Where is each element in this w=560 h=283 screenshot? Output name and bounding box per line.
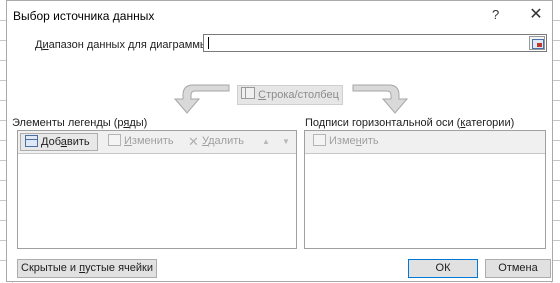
- collapse-dialog-button[interactable]: [529, 36, 545, 50]
- range-select-icon: [532, 39, 544, 49]
- switch-row-column-icon: [241, 87, 256, 99]
- swap-arrow-right-icon: [352, 84, 409, 114]
- move-down-button[interactable]: ▼: [276, 133, 296, 151]
- add-series-button[interactable]: Добавить: [20, 133, 98, 151]
- delete-series-button[interactable]: ✕ Удалить: [184, 133, 258, 151]
- help-button[interactable]: ?: [492, 7, 499, 22]
- dialog-title: Выбор источника данных: [13, 9, 155, 23]
- edit-icon: [108, 134, 121, 146]
- cancel-button[interactable]: Отмена: [485, 259, 551, 278]
- add-icon: [25, 135, 38, 147]
- category-axis-labels-label: Подписи горизонтальной оси (категории): [305, 117, 515, 129]
- legend-entries-pane: Добавить Изменить ✕ Удалить ▲ ▼: [17, 130, 297, 249]
- data-range-field[interactable]: [203, 34, 547, 52]
- arrow-up-icon: ▲: [262, 137, 270, 146]
- data-range-label: Диапазон данных для диаграммы:: [35, 39, 211, 51]
- ok-button[interactable]: ОК: [408, 259, 478, 278]
- text-cursor: [208, 37, 209, 49]
- legend-entries-label: Элементы легенды (ряды): [12, 117, 148, 129]
- data-range-input[interactable]: [206, 35, 520, 51]
- switch-row-column-button[interactable]: Строка/столбец: [237, 85, 343, 105]
- legend-toolbar: Добавить Изменить ✕ Удалить ▲ ▼: [18, 131, 296, 154]
- hidden-empty-cells-button[interactable]: Скрытые и пустые ячейки: [17, 259, 157, 278]
- swap-arrow-left-icon: [173, 84, 230, 114]
- close-button[interactable]: ✕: [527, 4, 545, 24]
- delete-icon: ✕: [188, 134, 199, 149]
- category-axis-labels-pane: Изменить: [304, 130, 546, 249]
- move-up-button[interactable]: ▲: [256, 133, 276, 151]
- edit-series-button[interactable]: Изменить: [104, 133, 180, 151]
- category-toolbar: Изменить: [305, 131, 545, 154]
- edit-icon: [313, 134, 326, 146]
- edit-category-button[interactable]: Изменить: [309, 133, 381, 151]
- select-data-source-dialog: Выбор источника данных ? ✕ Диапазон данн…: [6, 0, 553, 282]
- arrow-down-icon: ▼: [282, 137, 290, 146]
